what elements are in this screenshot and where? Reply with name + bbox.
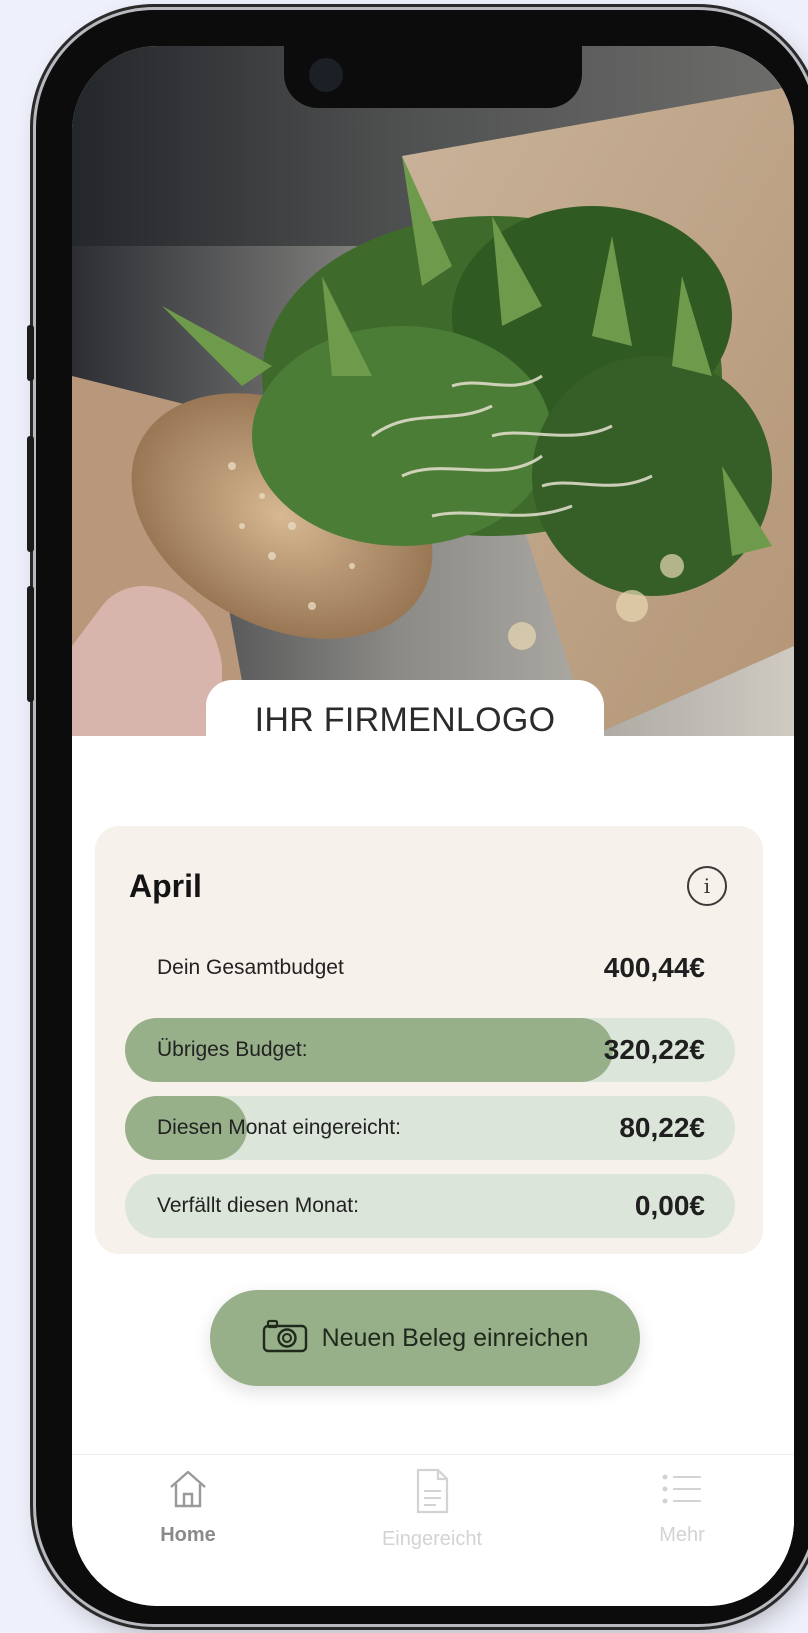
submitted-month-label: Diesen Monat eingereicht:: [157, 1116, 401, 1139]
phone-mute-switch: [27, 325, 34, 381]
phone-volume-down: [27, 586, 34, 702]
bottom-tab-bar: Home Eingereicht Mehr: [72, 1454, 794, 1606]
submitted-month-value: 80,22€: [619, 1112, 705, 1143]
budget-card: April i Dein Gesamtbudget 400,44€ Übrige…: [95, 826, 763, 1254]
total-budget-label: Dein Gesamtbudget: [157, 956, 344, 979]
submitted-month-bar: Diesen Monat eingereicht: 80,22€: [125, 1096, 735, 1160]
tab-home[interactable]: Home: [98, 1467, 278, 1577]
list-icon: [659, 1467, 705, 1516]
hero-food-image: [72, 46, 794, 736]
remaining-budget-label: Übriges Budget:: [157, 1038, 308, 1061]
home-icon: [166, 1467, 210, 1516]
phone-volume-up: [27, 436, 34, 552]
total-budget-row: Dein Gesamtbudget 400,44€: [125, 936, 735, 1000]
tab-submitted[interactable]: Eingereicht: [342, 1467, 522, 1577]
tab-home-label: Home: [160, 1524, 216, 1546]
month-title: April: [129, 868, 202, 904]
company-logo-text: IHR FIRMENLOGO: [254, 700, 556, 739]
remaining-budget-value: 320,22€: [603, 1034, 705, 1065]
front-camera: [309, 58, 343, 92]
expiring-month-bar: Verfällt diesen Monat: 0,00€: [125, 1174, 735, 1238]
app-screen: IHR FIRMENLOGO April i Dein Gesamtbudget…: [72, 46, 794, 1606]
phone-notch: [284, 46, 582, 108]
total-budget-value: 400,44€: [603, 952, 705, 983]
camera-icon: [262, 1319, 308, 1358]
tab-more[interactable]: Mehr: [592, 1467, 772, 1577]
submit-receipt-label: Neuen Beleg einreichen: [321, 1323, 589, 1352]
info-icon[interactable]: i: [687, 866, 727, 906]
remaining-budget-bar: Übriges Budget: 320,22€: [125, 1018, 735, 1082]
submit-receipt-button[interactable]: Neuen Beleg einreichen: [210, 1290, 640, 1386]
tab-more-label: Mehr: [659, 1524, 705, 1546]
tab-submitted-label: Eingereicht: [381, 1528, 483, 1550]
expiring-month-label: Verfällt diesen Monat:: [157, 1194, 359, 1217]
company-logo-tab: IHR FIRMENLOGO: [206, 680, 604, 760]
receipt-icon: [410, 1467, 454, 1520]
expiring-month-value: 0,00€: [634, 1190, 705, 1221]
